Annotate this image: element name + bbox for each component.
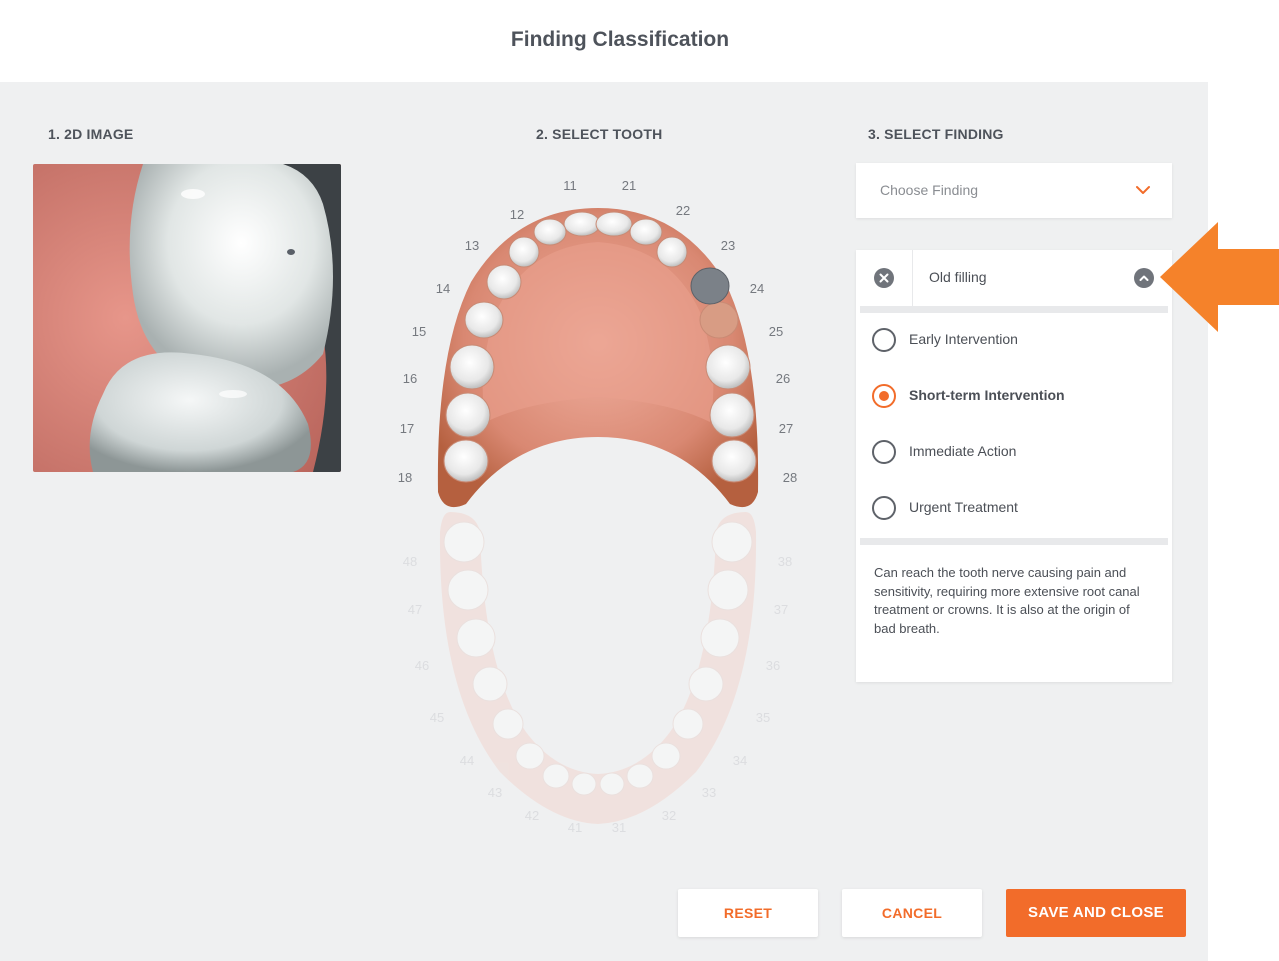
- divider: [860, 538, 1168, 545]
- tooth-label-21[interactable]: 21: [617, 178, 641, 193]
- option-early-intervention[interactable]: Early Intervention: [872, 324, 1162, 354]
- tooth-label-25[interactable]: 25: [764, 324, 788, 339]
- radio-button[interactable]: [872, 328, 896, 352]
- finding-column-heading: 3. SELECT FINDING: [868, 126, 1004, 142]
- tooth-label-12[interactable]: 12: [505, 207, 529, 222]
- tooth-label-24[interactable]: 24: [745, 281, 769, 296]
- chevron-down-icon[interactable]: [1134, 181, 1152, 199]
- divider: [860, 306, 1168, 313]
- dialog-title: Finding Classification: [510, 28, 730, 51]
- tooth-label-34[interactable]: 34: [728, 753, 752, 768]
- option-label: Urgent Treatment: [909, 499, 1018, 515]
- radio-button[interactable]: [872, 440, 896, 464]
- tooth-label-37[interactable]: 37: [769, 602, 793, 617]
- tooth-label-33[interactable]: 33: [697, 785, 721, 800]
- tooth-label-48[interactable]: 48: [398, 554, 422, 569]
- tooth-label-43[interactable]: 43: [483, 785, 507, 800]
- dialog-body: 1. 2D IMAGE 2. SELECT TOOTH 3. SELECT FI…: [0, 82, 1208, 961]
- tooth-label-31[interactable]: 31: [607, 820, 631, 835]
- tooth-label-38[interactable]: 38: [773, 554, 797, 569]
- tooth-label-13[interactable]: 13: [460, 238, 484, 253]
- pointer-arrow-icon: [1160, 222, 1279, 332]
- option-short-term-intervention[interactable]: Short-term Intervention: [872, 380, 1162, 410]
- finding-select-placeholder: Choose Finding: [880, 182, 979, 198]
- dental-chart[interactable]: 11 21 12 22 13 23 14 24 15 25 16 26 17 2…: [380, 172, 820, 842]
- tooth-21: [595, 211, 633, 237]
- tooth-label-11[interactable]: 11: [558, 178, 582, 193]
- tooth-label-15[interactable]: 15: [407, 324, 431, 339]
- tooth-label-16[interactable]: 16: [398, 371, 422, 386]
- tooth-label-41[interactable]: 41: [563, 820, 587, 835]
- radio-button-selected[interactable]: [872, 384, 896, 408]
- tooth-label-47[interactable]: 47: [403, 602, 427, 617]
- image-column-heading: 1. 2D IMAGE: [48, 126, 134, 142]
- finding-name: Old filling: [929, 269, 987, 285]
- finding-select[interactable]: Choose Finding: [856, 163, 1172, 218]
- tooth-label-44[interactable]: 44: [455, 753, 479, 768]
- save-and-close-button[interactable]: SAVE AND CLOSE: [1006, 889, 1186, 937]
- option-label: Immediate Action: [909, 443, 1017, 459]
- tooth-label-27[interactable]: 27: [774, 421, 798, 436]
- option-label: Short-term Intervention: [909, 387, 1065, 403]
- finding-panel-header: Old filling: [856, 250, 1172, 306]
- tooth-label-18[interactable]: 18: [393, 470, 417, 485]
- tooth-label-26[interactable]: 26: [771, 371, 795, 386]
- tooth-label-35[interactable]: 35: [751, 710, 775, 725]
- header-divider: [912, 250, 913, 306]
- remove-finding-icon[interactable]: [874, 268, 894, 288]
- tooth-label-36[interactable]: 36: [761, 658, 785, 673]
- intraoral-2d-image: [33, 164, 341, 472]
- tooth-label-23[interactable]: 23: [716, 238, 740, 253]
- option-label: Early Intervention: [909, 331, 1018, 347]
- option-immediate-action[interactable]: Immediate Action: [872, 436, 1162, 466]
- tooth-label-14[interactable]: 14: [431, 281, 455, 296]
- finding-panel: Old filling Early Intervention Short-ter…: [856, 250, 1172, 682]
- option-urgent-treatment[interactable]: Urgent Treatment: [872, 492, 1162, 522]
- dialog-header: Finding Classification: [0, 0, 1279, 82]
- chevron-up-icon[interactable]: [1134, 268, 1154, 288]
- reset-button[interactable]: RESET: [678, 889, 818, 937]
- finding-description: Can reach the tooth nerve causing pain a…: [874, 565, 1140, 636]
- tooth-label-45[interactable]: 45: [425, 710, 449, 725]
- radio-button[interactable]: [872, 496, 896, 520]
- tooth-label-46[interactable]: 46: [410, 658, 434, 673]
- tooth-11: [563, 211, 601, 237]
- tooth-label-22[interactable]: 22: [671, 203, 695, 218]
- tooth-label-17[interactable]: 17: [395, 421, 419, 436]
- cancel-button[interactable]: CANCEL: [842, 889, 982, 937]
- tooth-label-32[interactable]: 32: [657, 808, 681, 823]
- tooth-column-heading: 2. SELECT TOOTH: [536, 126, 663, 142]
- tooth-24-selected: [690, 267, 730, 305]
- tooth-label-28[interactable]: 28: [778, 470, 802, 485]
- tooth-label-42[interactable]: 42: [520, 808, 544, 823]
